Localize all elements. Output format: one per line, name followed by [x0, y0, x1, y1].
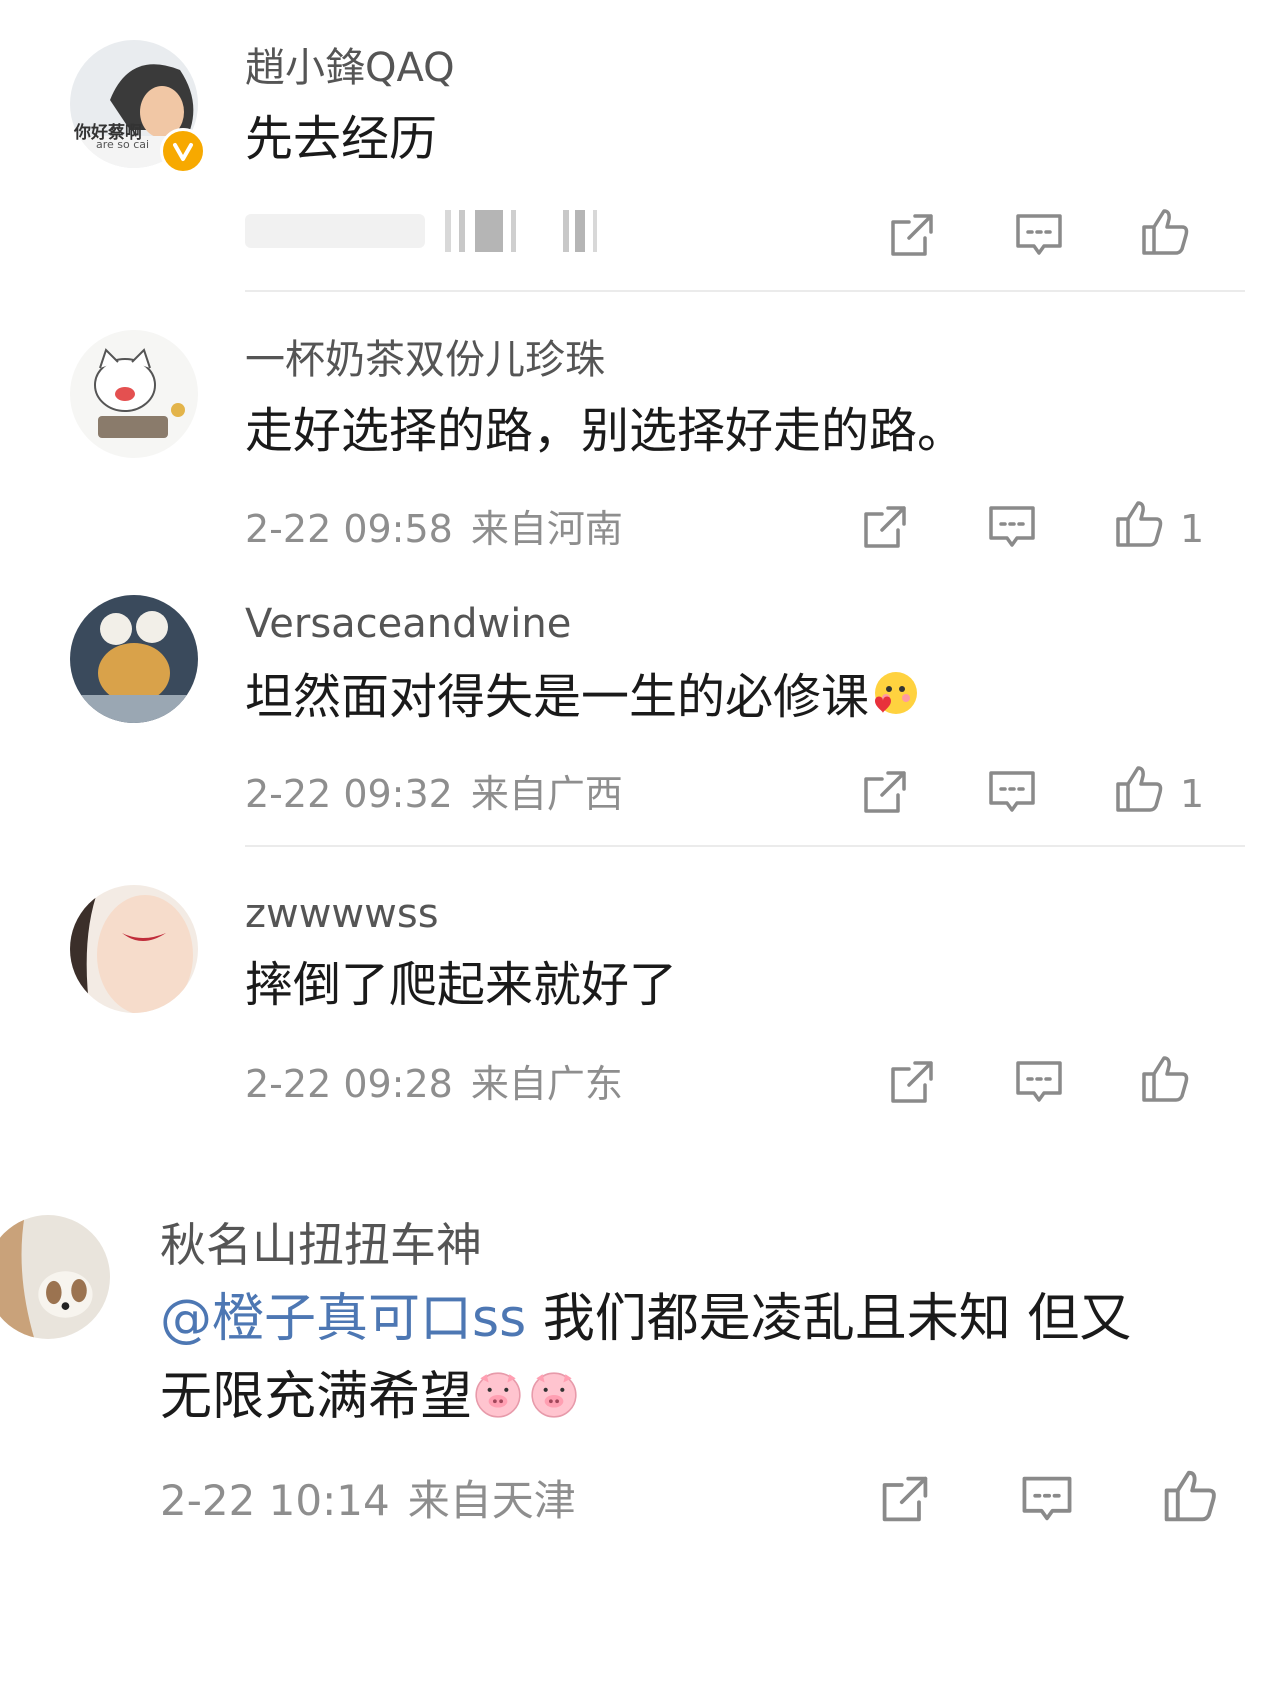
reply-button[interactable]	[985, 765, 1039, 819]
verified-badge-icon	[160, 128, 206, 174]
comment-meta: 2-22 10:14 来自天津	[160, 1480, 576, 1522]
like-icon	[1142, 209, 1189, 255]
comment-icon	[1016, 1061, 1062, 1102]
comment-text: 坦然面对得失是一生的必修课	[245, 658, 919, 736]
pig-emoji-icon	[528, 1368, 580, 1420]
cartoon-cat-avatar-icon	[70, 330, 198, 458]
comment-meta: 2-22 09:28 来自广东	[245, 1065, 623, 1103]
like-icon	[1142, 1056, 1189, 1102]
comment-text: 先去经历	[245, 111, 438, 167]
like-button[interactable]	[1112, 762, 1166, 816]
share-icon	[891, 214, 933, 256]
plush-toy-avatar-icon	[70, 595, 198, 723]
like-button[interactable]	[1112, 497, 1166, 551]
like-count: 1	[1180, 507, 1205, 551]
reply-button[interactable]	[1012, 208, 1066, 262]
dog-photo-avatar-icon	[0, 1215, 110, 1339]
location: 来自广东	[470, 1062, 623, 1106]
comment-icon	[989, 506, 1035, 547]
face-photo-avatar-icon	[70, 885, 198, 1013]
share-icon	[882, 1476, 928, 1522]
comment-meta: 2-22 09:58 来自河南	[245, 510, 623, 548]
share-icon	[891, 1061, 933, 1103]
username[interactable]: 一杯奶茶双份儿珍珠	[245, 340, 605, 380]
timestamp: 2-22 09:58	[245, 507, 453, 551]
divider	[245, 290, 1245, 292]
mention-link[interactable]: @橙子真可口ss	[160, 1289, 526, 1349]
blurred-meta	[245, 208, 615, 254]
comment-icon	[1016, 214, 1062, 255]
username[interactable]: zwwwwss	[245, 894, 439, 934]
like-button[interactable]	[1138, 1052, 1192, 1106]
comment-icon	[989, 771, 1035, 812]
like-button[interactable]	[1160, 1466, 1220, 1526]
share-button[interactable]	[858, 765, 912, 819]
comment-text: @橙子真可口ss 我们都是凌乱且未知 但又	[160, 1280, 1131, 1358]
avatar[interactable]	[70, 330, 198, 458]
location: 来自广西	[470, 772, 623, 816]
username[interactable]: 秋名山扭扭车神	[160, 1222, 482, 1268]
comment-text-line1: 我们都是凌乱且未知 但又	[526, 1289, 1132, 1349]
reply-button[interactable]	[1012, 1055, 1066, 1109]
share-button[interactable]	[876, 1470, 934, 1528]
username[interactable]: 趙小鋒QAQ	[245, 48, 455, 88]
reply-button[interactable]	[985, 500, 1039, 554]
comment-text: 摔倒了爬起来就好了	[245, 957, 678, 1013]
comment-meta: 2-22 09:32 来自广西	[245, 775, 623, 813]
location: 来自天津	[407, 1476, 576, 1525]
blush-heart-emoji-icon	[869, 669, 919, 719]
divider	[245, 845, 1245, 847]
comment-text: 走好选择的路，别选择好走的路。	[245, 403, 966, 459]
like-icon	[1164, 1470, 1216, 1522]
comment-text-line2: 无限充满希望	[160, 1367, 473, 1427]
comment-text-body: 坦然面对得失是一生的必修课	[245, 669, 870, 725]
username[interactable]: Versaceandwine	[245, 604, 571, 644]
share-button[interactable]	[885, 1055, 939, 1109]
location: 来自河南	[470, 507, 623, 551]
share-icon	[864, 771, 906, 813]
like-icon	[1116, 501, 1163, 547]
timestamp: 2-22 09:32	[245, 772, 453, 816]
like-icon	[1116, 766, 1163, 812]
timestamp: 2-22 10:14	[160, 1476, 390, 1525]
like-button[interactable]	[1138, 205, 1192, 259]
reply-button[interactable]	[1018, 1470, 1076, 1528]
like-count: 1	[1180, 772, 1205, 816]
share-button[interactable]	[858, 500, 912, 554]
share-icon	[864, 506, 906, 548]
avatar[interactable]	[0, 1215, 110, 1339]
pig-emoji-icon	[472, 1368, 524, 1420]
avatar-subcaption: are so cai	[96, 138, 150, 151]
comment-icon	[1022, 1476, 1072, 1521]
comment-text: 无限充满希望	[160, 1358, 580, 1436]
share-button[interactable]	[885, 208, 939, 262]
timestamp: 2-22 09:28	[245, 1062, 453, 1106]
avatar[interactable]	[70, 885, 198, 1013]
avatar[interactable]	[70, 595, 198, 723]
